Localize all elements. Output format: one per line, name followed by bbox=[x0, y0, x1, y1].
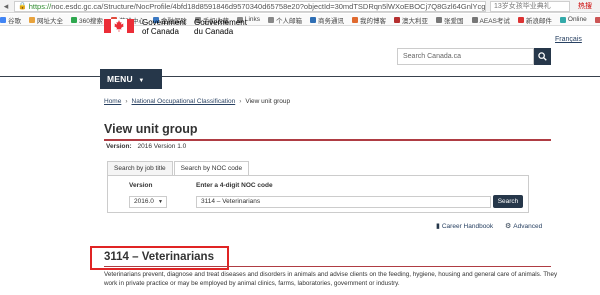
search-panel: Version 2016.0 ▼ Enter a 4-digit NOC cod… bbox=[107, 175, 529, 213]
bookmark-icon bbox=[29, 16, 35, 23]
bookmark-icon bbox=[71, 16, 77, 23]
bookmark-item[interactable]: Online bbox=[559, 16, 587, 23]
breadcrumb: Home › National Occupational Classificatio… bbox=[104, 98, 290, 105]
bookmark-item[interactable]: AEAS考试 bbox=[471, 15, 510, 25]
bookmark-item[interactable]: 澳大利亚 bbox=[394, 15, 428, 25]
canada-flag-icon bbox=[104, 19, 134, 33]
bookmark-label: 张爱国 bbox=[444, 17, 464, 25]
tab-search-by-job-title[interactable]: Search by job title bbox=[107, 161, 173, 175]
maple-leaf-icon bbox=[114, 20, 124, 32]
bookmark-label: 谷歌 bbox=[8, 17, 21, 25]
bookmark-label: Online bbox=[567, 16, 587, 23]
version-select[interactable]: 2016.0 ▼ bbox=[129, 196, 167, 208]
breadcrumb-separator-icon: › bbox=[125, 98, 128, 105]
version-select-value: 2016.0 bbox=[134, 198, 154, 205]
version-label: Version: bbox=[106, 143, 132, 150]
career-handbook-link[interactable]: ▮ Career Handbook bbox=[436, 222, 494, 231]
bookmark-item[interactable]: 网址大全 bbox=[29, 15, 63, 25]
bookmark-icon bbox=[0, 16, 6, 23]
bookmark-label: 360搜索 bbox=[79, 17, 103, 25]
version-value: 2016 Version 1.0 bbox=[137, 143, 187, 150]
chevron-down-icon: ▼ bbox=[138, 78, 145, 84]
menu-button[interactable]: MENU ▼ bbox=[100, 69, 162, 89]
bookmark-icon bbox=[268, 16, 275, 23]
signature-french[interactable]: Gouvernement du Canada bbox=[194, 18, 247, 36]
search-tabs: Search by job title Search by NOC code bbox=[107, 161, 250, 175]
occupation-description: Veterinarians prevent, diagnose and trea… bbox=[104, 271, 558, 287]
breadcrumb-home[interactable]: Home bbox=[104, 98, 121, 105]
noc-field-label: Enter a 4-digit NOC code bbox=[196, 182, 273, 189]
signature-en-line2: of Canada bbox=[142, 26, 179, 36]
menu-label: MENU bbox=[107, 74, 133, 84]
title-underline bbox=[104, 139, 551, 141]
breadcrumb-current: View unit group bbox=[245, 98, 291, 105]
url-field[interactable]: 🔒 https:// noc.esdc.gc.ca/Structure/NocP… bbox=[14, 0, 486, 12]
bookmark-item[interactable]: 溪洲留学 bbox=[594, 15, 600, 25]
career-handbook-label: Career Handbook bbox=[441, 222, 494, 230]
bookmark-item[interactable]: 新浪邮件 bbox=[517, 15, 552, 25]
site-search-button[interactable] bbox=[534, 48, 551, 65]
breadcrumb-noc[interactable]: National Occupational Classification bbox=[132, 98, 236, 105]
url-scheme: https:// bbox=[28, 1, 52, 11]
page-title: View unit group bbox=[104, 122, 198, 136]
bookmark-label: 个人邮箱 bbox=[276, 17, 303, 25]
bookmark-icon bbox=[436, 16, 443, 23]
occupation-underline bbox=[104, 266, 551, 267]
bookmark-icon bbox=[517, 16, 524, 23]
bookmark-label: 我的博客 bbox=[360, 17, 387, 25]
browser-hot-search[interactable]: 热搜 bbox=[570, 1, 600, 11]
bookmark-item[interactable]: 360搜索 bbox=[71, 15, 103, 25]
bookmark-label: 澳大利亚 bbox=[402, 17, 429, 25]
browser-search-input[interactable]: 13岁女孩毕业典礼 bbox=[490, 0, 570, 12]
bookmark-label: 新浪邮件 bbox=[525, 17, 552, 25]
gear-icon: ⚙ bbox=[505, 223, 512, 230]
header-divider bbox=[0, 76, 600, 77]
lock-icon: 🔒 bbox=[18, 2, 27, 10]
bookmark-item[interactable]: 张爱国 bbox=[436, 15, 464, 25]
version-field-label: Version bbox=[129, 182, 153, 189]
url-text: noc.esdc.gc.ca/Structure/NocProfile/4bfd… bbox=[51, 1, 486, 11]
bookmark-label: 网址大全 bbox=[37, 17, 63, 25]
tab-search-by-noc-code[interactable]: Search by NOC code bbox=[173, 161, 250, 175]
bookmark-item[interactable]: 我的博客 bbox=[352, 15, 386, 25]
browser-address-bar: ◂ 🔒 https:// noc.esdc.gc.ca/Structure/No… bbox=[0, 0, 600, 13]
book-icon: ▮ bbox=[436, 223, 440, 230]
site-search-input[interactable]: Search Canada.ca bbox=[397, 48, 534, 65]
search-icon bbox=[538, 52, 547, 61]
bookmark-icon bbox=[471, 16, 478, 23]
noc-code-input[interactable]: 3114 – Veterinarians bbox=[196, 196, 491, 208]
language-toggle-link[interactable]: Français bbox=[555, 36, 582, 43]
breadcrumb-separator-icon: › bbox=[239, 98, 242, 105]
bookmark-item[interactable]: 谷歌 bbox=[0, 15, 21, 25]
bookmark-icon bbox=[310, 16, 317, 23]
bookmarks-bar: 谷歌网址大全360搜索游戏中心金融保险手机收藏Links个人邮箱商务通讯我的博客… bbox=[0, 14, 600, 26]
signature-english[interactable]: Government of Canada bbox=[142, 18, 186, 36]
chevron-down-icon: ▼ bbox=[158, 199, 163, 205]
advanced-search-link[interactable]: ⚙ Advanced bbox=[505, 222, 543, 231]
version-info: Version: 2016 Version 1.0 bbox=[106, 143, 186, 150]
bookmark-label: AEAS考试 bbox=[479, 17, 510, 25]
bookmark-icon bbox=[394, 16, 401, 23]
signature-fr-line2: du Canada bbox=[194, 26, 234, 36]
bookmark-item[interactable]: 个人邮箱 bbox=[268, 15, 302, 25]
advanced-label: Advanced bbox=[513, 222, 543, 230]
bookmark-icon bbox=[352, 16, 359, 23]
noc-search-button[interactable]: Search bbox=[493, 195, 523, 208]
back-icon[interactable]: ◂ bbox=[0, 0, 12, 12]
occupation-title: 3114 – Veterinarians bbox=[104, 251, 214, 263]
bookmark-label: 商务通讯 bbox=[318, 17, 345, 25]
bookmark-item[interactable]: 商务通讯 bbox=[310, 15, 344, 25]
bookmark-icon bbox=[559, 16, 566, 23]
bookmark-icon bbox=[594, 16, 600, 23]
bookmark-label: Links bbox=[244, 16, 261, 23]
